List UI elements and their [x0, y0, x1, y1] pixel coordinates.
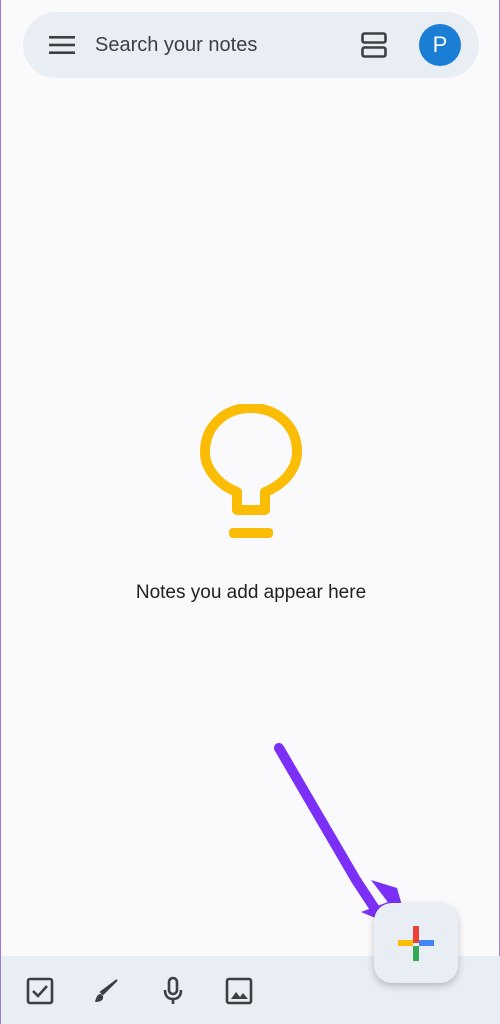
image-icon[interactable]: [224, 976, 254, 1006]
plus-icon: [398, 926, 434, 961]
search-input[interactable]: [95, 29, 345, 61]
menu-icon[interactable]: [49, 35, 75, 55]
brush-icon[interactable]: [91, 976, 121, 1006]
checkbox-icon[interactable]: [25, 976, 55, 1006]
lightbulb-icon: [200, 404, 302, 538]
mic-icon[interactable]: [158, 976, 188, 1006]
search-bar[interactable]: P: [23, 12, 479, 78]
avatar[interactable]: P: [419, 24, 461, 66]
empty-state-message: Notes you add appear here: [135, 582, 367, 603]
list-view-icon[interactable]: [361, 32, 387, 58]
new-note-button[interactable]: [374, 903, 458, 983]
